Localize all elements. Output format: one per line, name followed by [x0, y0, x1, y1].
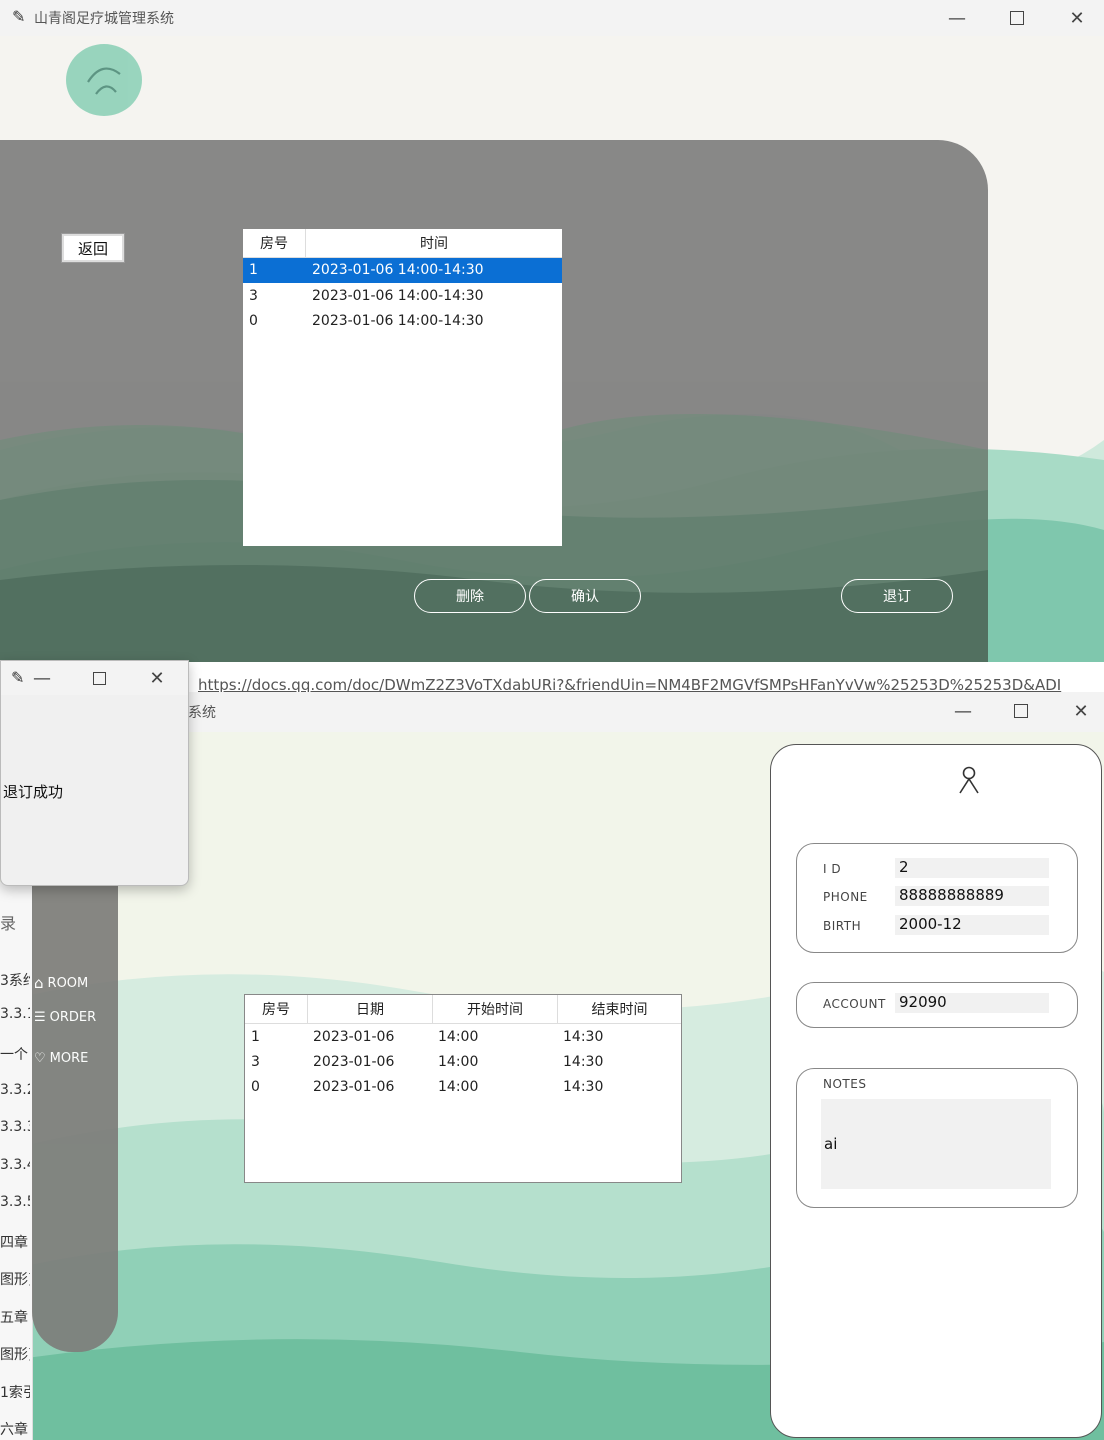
- notes-textarea[interactable]: ai: [821, 1099, 1051, 1189]
- account-box: ACCOUNT 92090: [796, 982, 1078, 1028]
- cell-end: 14:30: [563, 1054, 604, 1070]
- minimize-button[interactable]: —: [27, 663, 57, 693]
- cell-end: 14:30: [563, 1079, 604, 1095]
- id-value[interactable]: 2: [895, 858, 1049, 878]
- table-row[interactable]: 0 2023-01-06 14:00 14:30: [245, 1075, 681, 1100]
- notes-box: NOTES ai: [796, 1068, 1078, 1208]
- minimize-button[interactable]: —: [942, 3, 972, 33]
- birth-value[interactable]: 2000-12: [895, 915, 1049, 935]
- doc-outline-strip: 录 3系约 3.3.1 一个 3.3.2 3.3.3 3.3.4 3.3.5 四…: [0, 882, 33, 1440]
- outline-item[interactable]: 图形]: [0, 1344, 30, 1364]
- dialog-titlebar: ✎ — ✕: [1, 661, 188, 695]
- header-room[interactable]: 房号: [243, 229, 306, 258]
- browser-address-strip: https://docs.qq.com/doc/DWmZ2Z3VoTXdabUR…: [186, 662, 1104, 692]
- side-nav: ⌂ ROOM ☰ ORDER ♡ MORE: [32, 842, 118, 1352]
- maximize-button[interactable]: [1002, 3, 1032, 33]
- account-value[interactable]: 92090: [895, 993, 1049, 1013]
- cell-time: 2023-01-06 14:00-14:30: [312, 262, 484, 278]
- header-time[interactable]: 时间: [306, 229, 562, 258]
- outline-item[interactable]: 3.3.4: [0, 1157, 30, 1173]
- header-room[interactable]: 房号: [245, 995, 308, 1024]
- order-table: 房号 日期 开始时间 结束时间 1 2023-01-06 14:00 14:30…: [244, 994, 682, 1183]
- outline-item[interactable]: 3.3.2: [0, 1082, 30, 1098]
- outline-item[interactable]: 四章: [0, 1232, 30, 1252]
- cell-room: 3: [249, 288, 258, 304]
- notes-value: ai: [824, 1135, 838, 1153]
- account-label: ACCOUNT: [823, 997, 886, 1011]
- nav-order[interactable]: ☰ ORDER: [34, 1010, 96, 1025]
- nav-more[interactable]: ♡ MORE: [34, 1051, 88, 1066]
- delete-button[interactable]: 删除: [414, 579, 526, 613]
- cell-room: 3: [251, 1054, 260, 1070]
- phone-label: PHONE: [823, 890, 868, 904]
- table-row[interactable]: 3 2023-01-06 14:00-14:30: [243, 284, 562, 309]
- header-date[interactable]: 日期: [308, 995, 433, 1024]
- cell-room: 1: [251, 1029, 260, 1045]
- outline-item[interactable]: 3.3.1: [0, 1006, 30, 1022]
- profile-card: I D 2 PHONE 88888888889 BIRTH 2000-12 AC…: [770, 744, 1102, 1438]
- back-button[interactable]: 返回: [61, 233, 125, 263]
- cancel-booking-button[interactable]: 退订: [841, 579, 953, 613]
- table-row[interactable]: 1 2023-01-06 14:00 14:30: [245, 1025, 681, 1050]
- maximize-button[interactable]: [1006, 696, 1036, 726]
- table-row[interactable]: 3 2023-01-06 14:00 14:30: [245, 1050, 681, 1075]
- birth-label: BIRTH: [823, 919, 862, 933]
- nav-more-label: MORE: [49, 1051, 89, 1066]
- cell-room: 0: [249, 313, 258, 329]
- header-end[interactable]: 结束时间: [558, 995, 681, 1024]
- close-button[interactable]: ✕: [1062, 3, 1092, 33]
- logo: [66, 44, 142, 116]
- cell-start: 14:00: [438, 1029, 479, 1045]
- cell-time: 2023-01-06 14:00-14:30: [312, 313, 484, 329]
- cell-date: 2023-01-06: [313, 1054, 395, 1070]
- window-title: 山青阁足疗城管理系统: [34, 11, 174, 27]
- cell-time: 2023-01-06 14:00-14:30: [312, 288, 484, 304]
- top-window: ✎ 山青阁足疗城管理系统 — ✕ 返回 房号 时间 1 2023-01-06 1…: [0, 0, 1104, 662]
- outline-item[interactable]: 3.3.3: [0, 1119, 30, 1135]
- info-box: I D 2 PHONE 88888888889 BIRTH 2000-12: [796, 843, 1078, 953]
- cell-start: 14:00: [438, 1079, 479, 1095]
- outline-item[interactable]: 五章: [0, 1307, 30, 1327]
- notes-label: NOTES: [823, 1077, 867, 1091]
- cell-room: 0: [251, 1079, 260, 1095]
- cell-room: 1: [249, 262, 258, 278]
- list-icon: ☰: [34, 1010, 46, 1025]
- outline-item[interactable]: 3.3.5: [0, 1194, 30, 1210]
- outline-item[interactable]: 一个: [0, 1044, 30, 1064]
- top-titlebar: ✎ 山青阁足疗城管理系统 — ✕: [0, 0, 1104, 36]
- minimize-button[interactable]: —: [948, 696, 978, 726]
- nav-order-label: ORDER: [49, 1010, 97, 1025]
- header-start[interactable]: 开始时间: [433, 995, 558, 1024]
- outline-item[interactable]: 图形]: [0, 1269, 30, 1289]
- outline-item[interactable]: 1索引: [0, 1382, 30, 1402]
- house-icon: ⌂: [34, 974, 44, 992]
- close-button[interactable]: ✕: [1066, 696, 1096, 726]
- user-icon: [957, 765, 981, 795]
- confirm-button[interactable]: 确认: [529, 579, 641, 613]
- dialog-message: 退订成功: [3, 783, 64, 801]
- maximize-button[interactable]: [84, 663, 114, 693]
- feather-icon: ✎: [11, 668, 25, 687]
- cell-end: 14:30: [563, 1029, 604, 1045]
- feather-icon: ✎: [12, 7, 26, 26]
- close-button[interactable]: ✕: [142, 663, 172, 693]
- nav-room[interactable]: ⌂ ROOM: [34, 974, 88, 992]
- heart-icon: ♡: [34, 1051, 46, 1066]
- table-row[interactable]: 1 2023-01-06 14:00-14:30: [243, 258, 562, 283]
- cell-date: 2023-01-06: [313, 1079, 395, 1095]
- cell-date: 2023-01-06: [313, 1029, 395, 1045]
- top-booking-table: 房号 时间 1 2023-01-06 14:00-14:30 3 2023-01…: [243, 229, 562, 546]
- phone-value[interactable]: 88888888889: [895, 886, 1049, 906]
- cell-start: 14:00: [438, 1054, 479, 1070]
- id-label: I D: [823, 862, 842, 876]
- outline-item[interactable]: 3系约: [0, 970, 30, 990]
- outline-item[interactable]: 录: [0, 910, 30, 934]
- message-dialog: ✎ — ✕ 退订成功: [0, 660, 189, 886]
- window-title-partial: 系统: [188, 705, 216, 721]
- nav-room-label: ROOM: [47, 975, 89, 991]
- outline-item[interactable]: 六章: [0, 1419, 30, 1439]
- url-text[interactable]: https://docs.qq.com/doc/DWmZ2Z3VoTXdabUR…: [198, 676, 1061, 692]
- table-row[interactable]: 0 2023-01-06 14:00-14:30: [243, 309, 562, 334]
